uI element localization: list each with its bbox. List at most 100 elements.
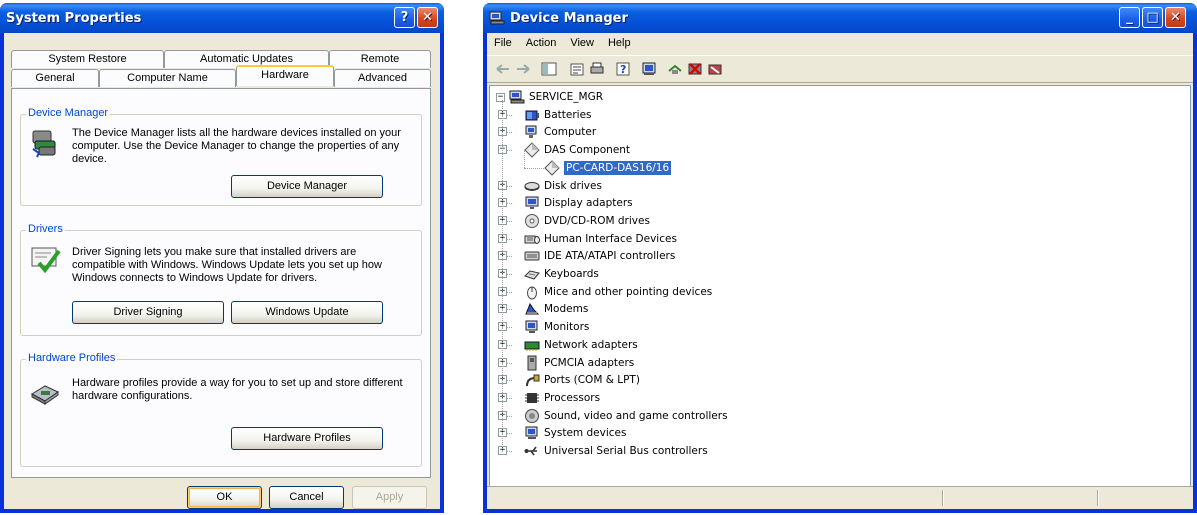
close-button[interactable]: ✕ [1165, 7, 1186, 28]
tree-item[interactable]: − DAS Component [498, 141, 630, 159]
windows-update-button[interactable]: Windows Update [231, 301, 383, 324]
back-arrow-icon[interactable] [495, 61, 511, 77]
tree-child-item[interactable]: PC-CARD-DAS16/16 [524, 149, 672, 177]
device-manager-body: File Action View Help ? − SERVICE_MGR + B… [487, 33, 1193, 509]
hardware-tab-panel: Device Manager The Device Manager lists … [11, 88, 431, 478]
hardware-profiles-button[interactable]: Hardware Profiles [231, 427, 383, 450]
menu-action[interactable]: Action [519, 37, 564, 49]
apply-button[interactable]: Apply [352, 486, 427, 509]
tree-guide-line [502, 99, 503, 451]
group-legend: Hardware Profiles [26, 352, 118, 364]
menu-help[interactable]: Help [601, 37, 638, 49]
sound-icon [525, 408, 539, 423]
drivers-group: Drivers Driver Signing lets you make sur… [20, 223, 422, 336]
help-icon[interactable]: ? [615, 61, 631, 77]
processor-icon [525, 392, 539, 403]
tab-advanced[interactable]: Advanced [334, 69, 431, 87]
modem-icon [525, 303, 540, 316]
driver-signing-button[interactable]: Driver Signing [72, 301, 224, 324]
keyboard-icon [524, 270, 540, 280]
cdrom-icon [525, 213, 539, 228]
tree-item[interactable]: + DVD/CD-ROM drives [498, 212, 650, 230]
tree-item[interactable]: + Universal Serial Bus controllers [498, 442, 708, 460]
cancel-button[interactable]: Cancel [269, 486, 344, 509]
tab-general[interactable]: General [11, 69, 99, 87]
status-bar [487, 486, 1193, 509]
tab-hardware[interactable]: Hardware [236, 65, 334, 86]
tab-computer-name[interactable]: Computer Name [99, 69, 236, 87]
group-legend: Drivers [26, 223, 65, 235]
monitor-icon [525, 320, 538, 334]
tree-item[interactable]: + Mice and other pointing devices [498, 283, 713, 301]
device-manager-description: The Device Manager lists all the hardwar… [72, 127, 401, 165]
diamond-icon [524, 142, 540, 158]
tree-item-label: Network adapters [544, 338, 638, 351]
tree-item[interactable]: + Ports (COM & LPT) [498, 371, 640, 389]
tree-item[interactable]: + Sound, video and game controllers [498, 407, 728, 425]
hardware-profiles-group: Hardware Profiles Hardware profiles prov… [20, 352, 422, 467]
tree-item[interactable]: + System devices [498, 424, 627, 442]
hardware-profiles-icon [30, 385, 60, 405]
tree-item-label: Disk drives [544, 179, 602, 192]
tree-item-label: System devices [544, 427, 627, 440]
minimize-button[interactable]: _ [1119, 7, 1140, 28]
mouse-icon [527, 286, 537, 300]
device-manager-icon [32, 130, 56, 158]
tree-item-label: Modems [544, 303, 589, 316]
diamond-icon [544, 160, 560, 176]
driver-signing-icon [31, 247, 61, 274]
print-icon[interactable] [589, 61, 605, 77]
maximize-button[interactable]: □ [1142, 7, 1163, 28]
tree-item[interactable]: + Display adapters [498, 194, 633, 212]
menu-bar: File Action View Help [487, 33, 1193, 53]
properties-icon[interactable] [569, 61, 585, 77]
tree-item-label: Universal Serial Bus controllers [544, 445, 708, 457]
title-bar[interactable]: Device Manager _ □ ✕ [483, 3, 1197, 33]
tab-system-restore[interactable]: System Restore [11, 50, 164, 68]
uninstall-icon[interactable] [687, 61, 703, 77]
tree-item[interactable]: + Batteries [498, 106, 592, 124]
hardware-profiles-description: Hardware profiles provide a way for you … [72, 377, 403, 402]
toolbar: ? [487, 55, 1193, 83]
device-manager-window: Device Manager _ □ ✕ File Action View He… [483, 3, 1197, 513]
device-manager-app-icon [489, 11, 505, 25]
tree-item[interactable]: + IDE ATA/ATAPI controllers [498, 247, 675, 265]
port-icon [526, 374, 540, 387]
tree-item-label: PCMCIA adapters [544, 356, 635, 369]
tree-item[interactable]: + Modems [498, 300, 589, 318]
tree-root[interactable]: − SERVICE_MGR [496, 88, 603, 106]
tree-item[interactable]: + PCMCIA adapters [498, 354, 635, 372]
title-bar[interactable]: System Properties ? ✕ [0, 3, 444, 33]
tree-item-label: Monitors [544, 321, 590, 334]
tree-item[interactable]: + Keyboards [498, 265, 599, 283]
tree-item[interactable]: + Computer [498, 123, 597, 141]
scan-hardware-icon[interactable] [641, 61, 657, 77]
show-hide-tree-icon[interactable] [541, 61, 557, 77]
menu-file[interactable]: File [487, 37, 519, 49]
tree-item-label: Ports (COM & LPT) [544, 374, 640, 387]
help-button[interactable]: ? [394, 7, 415, 28]
display-icon [525, 196, 539, 210]
collapse-toggle[interactable]: − [496, 92, 505, 102]
tree-item-label: Computer [544, 126, 597, 139]
tree-item[interactable]: + Network adapters [498, 336, 638, 354]
tab-remote[interactable]: Remote [329, 50, 431, 68]
update-driver-icon[interactable] [667, 61, 683, 77]
usb-icon [524, 446, 537, 456]
menu-view[interactable]: View [563, 37, 601, 49]
computer-icon [509, 90, 525, 104]
tree-item[interactable]: + Processors [498, 389, 600, 407]
tree-item[interactable]: + Human Interface Devices [498, 230, 677, 248]
group-legend: Device Manager [26, 107, 111, 119]
close-button[interactable]: ✕ [417, 7, 438, 28]
tree-item[interactable]: + Disk drives [498, 177, 602, 195]
device-tree[interactable]: − SERVICE_MGR + Batteries + Computer − DAS Co… [489, 85, 1191, 492]
ok-button[interactable]: OK [187, 486, 262, 509]
tree-item[interactable]: + Monitors [498, 318, 590, 336]
disable-device-icon[interactable] [707, 61, 723, 77]
device-manager-button[interactable]: Device Manager [231, 175, 383, 198]
tree-item-label: Mice and other pointing devices [544, 285, 713, 298]
tree-item-label: Human Interface Devices [544, 232, 677, 245]
forward-arrow-icon[interactable] [515, 61, 531, 77]
ide-icon [524, 251, 540, 261]
